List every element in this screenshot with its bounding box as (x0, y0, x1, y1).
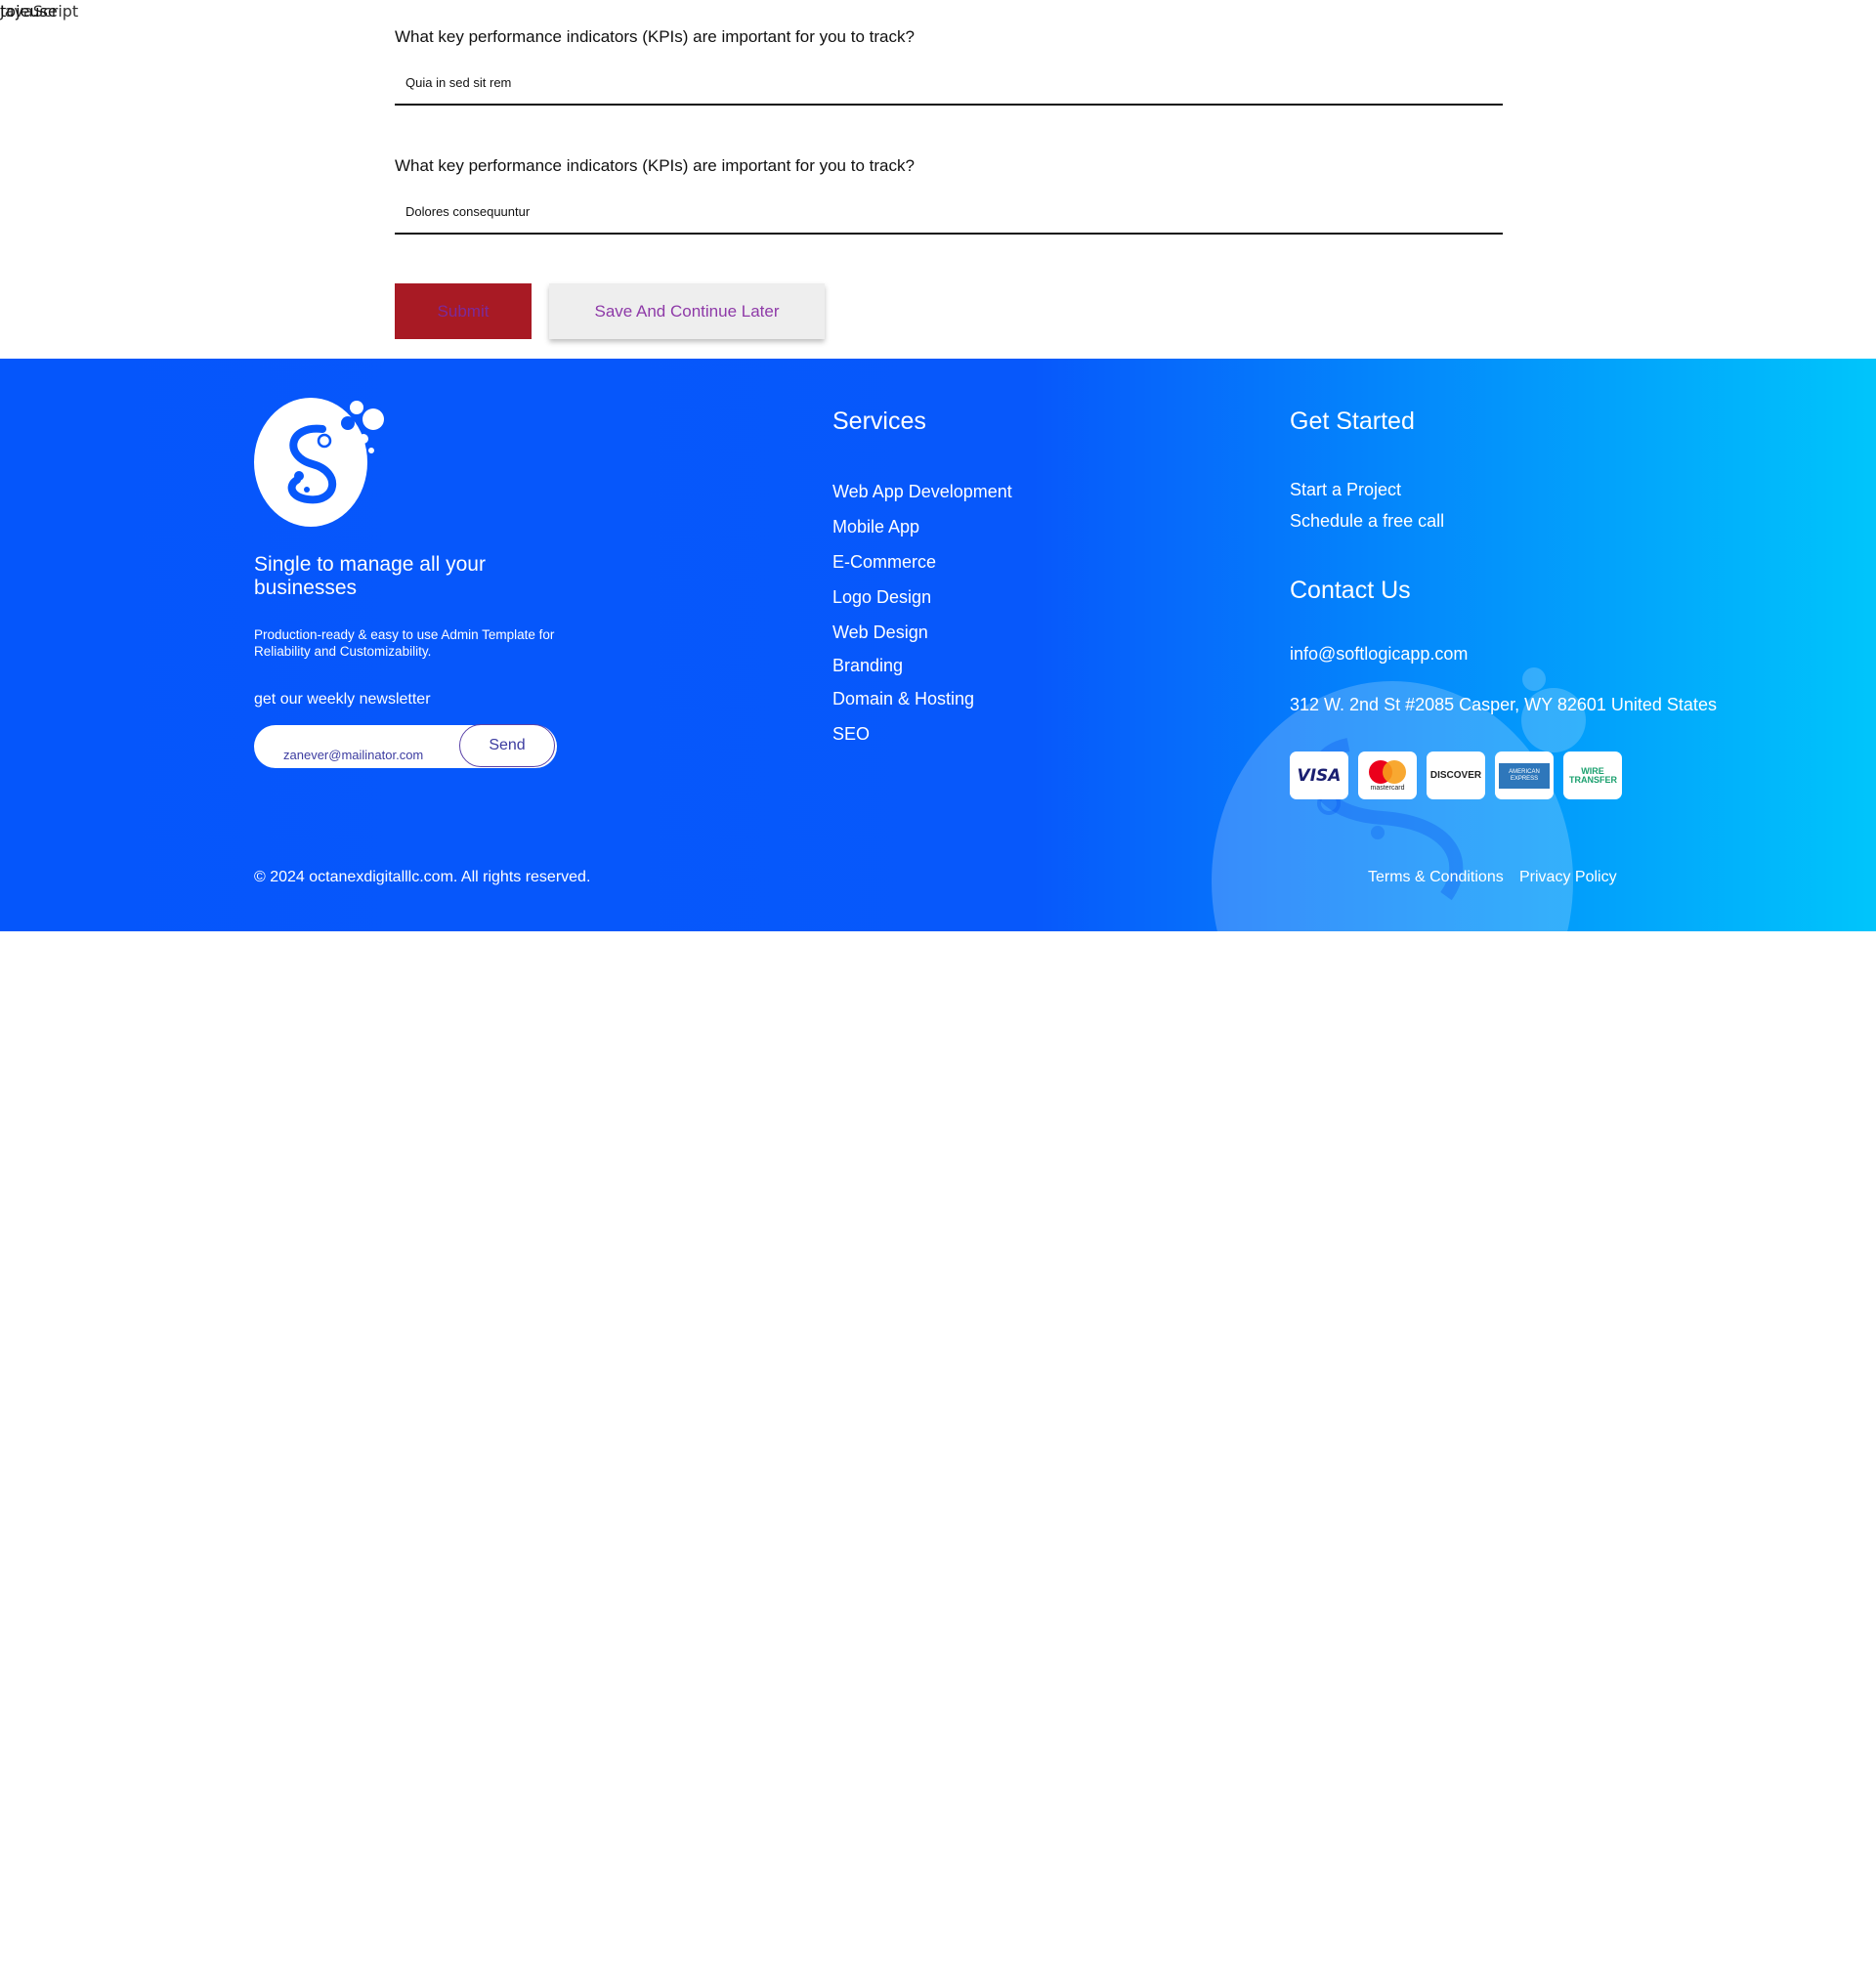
mastercard-circles-icon (1369, 760, 1406, 784)
wire-transfer-card-text: WIRE TRANSFER (1569, 765, 1617, 785)
services-title: Services (832, 408, 926, 435)
amex-card-text: AMERICAN EXPRESS (1499, 762, 1550, 789)
mastercard-card-text: mastercard (1370, 785, 1405, 792)
kpi-question-label-2: What key performance indicators (KPIs) a… (395, 156, 915, 175)
service-link-domain-hosting[interactable]: Domain & Hosting (832, 689, 974, 709)
service-link-branding[interactable]: Branding (832, 656, 903, 676)
start-project-link[interactable]: Start a Project (1290, 480, 1401, 500)
kpi-answer-input-1[interactable] (395, 61, 1503, 106)
contact-email-link[interactable]: info@softlogicapp.com (1290, 644, 1468, 665)
discover-card-icon: DISCOVER (1427, 751, 1485, 799)
service-link-ecommerce[interactable]: E-Commerce (832, 552, 936, 573)
submit-button[interactable]: Submit (395, 283, 532, 339)
footer-tagline: Single to manage all your businesses (254, 553, 486, 599)
contact-address: 312 W. 2nd St #2085 Casper, WY 82601 Uni… (1290, 695, 1717, 714)
copyright-text: © 2024 octanexdigitalllc.com. All rights… (254, 869, 591, 885)
wire-transfer-card-icon: WIRE TRANSFER (1563, 751, 1622, 799)
footer-description: Production-ready & easy to use Admin Tem… (254, 627, 555, 659)
noscript-front-text: tojeuse (0, 2, 58, 21)
visa-card-icon: VISA (1290, 751, 1348, 799)
schedule-call-link[interactable]: Schedule a free call (1290, 511, 1444, 532)
save-continue-later-button[interactable]: Save And Continue Later (549, 283, 825, 339)
noscript-text: JavaScript tojeuse (0, 2, 78, 21)
mastercard-card-icon: mastercard (1358, 751, 1417, 799)
discover-card-text: DISCOVER (1429, 770, 1482, 781)
newsletter-label: get our weekly newsletter (254, 691, 431, 708)
site-footer: Single to manage all your businesses Pro… (0, 359, 1876, 931)
service-link-seo[interactable]: SEO (832, 724, 870, 745)
service-link-logo-design[interactable]: Logo Design (832, 587, 931, 608)
contact-title: Contact Us (1290, 577, 1411, 604)
visa-card-text: VISA (1297, 765, 1342, 786)
privacy-link[interactable]: Privacy Policy (1519, 869, 1617, 886)
service-link-mobile-app[interactable]: Mobile App (832, 517, 919, 537)
service-link-web-app[interactable]: Web App Development (832, 482, 1012, 502)
newsletter-send-button[interactable]: Send (459, 724, 555, 767)
get-started-title: Get Started (1290, 408, 1415, 435)
amex-card-icon: AMERICAN EXPRESS (1495, 751, 1554, 799)
company-logo-icon (254, 398, 384, 527)
payment-cards: VISA mastercard DISCOVER AMERICAN EXPRES… (1290, 751, 1622, 799)
service-link-web-design[interactable]: Web Design (832, 623, 928, 643)
kpi-answer-input-2[interactable] (395, 190, 1503, 235)
terms-link[interactable]: Terms & Conditions (1368, 869, 1504, 886)
kpi-question-label-1: What key performance indicators (KPIs) a… (395, 27, 915, 46)
